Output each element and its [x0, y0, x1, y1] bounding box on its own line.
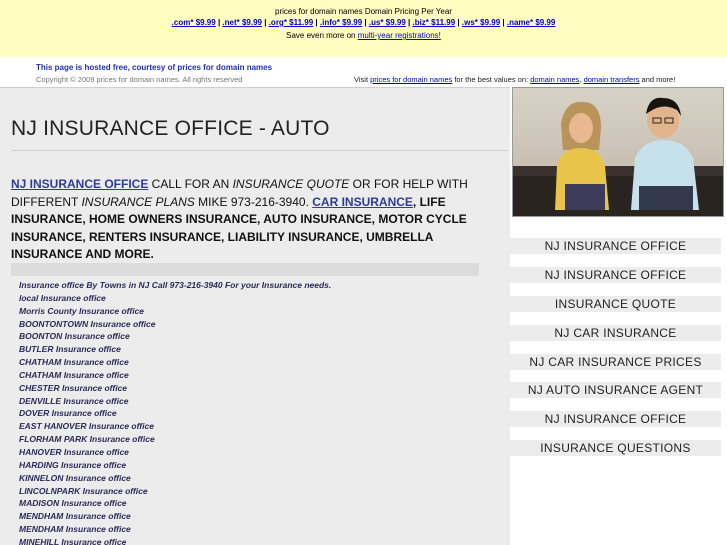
office-town-list: Insurance office By Towns in NJ Call 973…: [19, 279, 331, 545]
price-link-name[interactable]: .name* $9.99: [507, 18, 556, 27]
title-divider: [11, 150, 508, 151]
price-link-biz[interactable]: .biz* $11.99: [412, 18, 455, 27]
copyright-notice: Copyright © 2009 prices for domain names…: [36, 75, 243, 84]
hosted-notice: This page is hosted free, courtesy of pr…: [36, 63, 273, 72]
list-item[interactable]: EAST HANOVER Insurance office: [19, 420, 331, 433]
domain-transfers-link[interactable]: domain transfers: [584, 75, 640, 84]
price-link-info[interactable]: .info* $9.99: [320, 18, 362, 27]
couple-photo-icon: [513, 88, 723, 216]
multi-year-link[interactable]: multi-year registrations!: [358, 31, 441, 40]
list-item[interactable]: HARDING Insurance office: [19, 459, 331, 472]
section-divider: [11, 263, 479, 276]
list-item[interactable]: MENDHAM Insurance office: [19, 523, 331, 536]
couple-photo: [512, 87, 724, 217]
sidebar-item-nj-insurance-office[interactable]: NJ INSURANCE OFFICE: [510, 411, 721, 428]
list-item[interactable]: BOONTONTOWN Insurance office: [19, 318, 331, 331]
list-item[interactable]: Morris County Insurance office: [19, 305, 331, 318]
nj-insurance-office-link[interactable]: NJ INSURANCE OFFICE: [11, 177, 148, 191]
list-item[interactable]: local Insurance office: [19, 292, 331, 305]
sidebar-item-nj-auto-insurance-agent[interactable]: NJ AUTO INSURANCE AGENT: [510, 382, 721, 399]
list-item[interactable]: MENDHAM Insurance office: [19, 510, 331, 523]
price-link-ws[interactable]: .ws* $9.99: [462, 18, 500, 27]
sidebar-item-nj-insurance-office[interactable]: NJ INSURANCE OFFICE: [510, 238, 721, 254]
price-link-com[interactable]: .com* $9.99: [172, 18, 216, 27]
sidebar-item-nj-car-insurance[interactable]: NJ CAR INSURANCE: [510, 324, 721, 341]
sidebar-item-nj-insurance-office[interactable]: NJ INSURANCE OFFICE: [510, 266, 721, 283]
multi-year-line: Save even more on multi-year registratio…: [286, 31, 441, 40]
list-item[interactable]: CHATHAM Insurance office: [19, 369, 331, 382]
domain-pricing-banner: prices for domain names Domain Pricing P…: [0, 0, 727, 57]
domain-price-list: .com* $9.99 | .net* $9.99 | .org* $11.99…: [171, 18, 556, 27]
list-item[interactable]: CHATHAM Insurance office: [19, 356, 331, 369]
list-item[interactable]: CHESTER Insurance office: [19, 382, 331, 395]
list-item[interactable]: FLORHAM PARK Insurance office: [19, 433, 331, 446]
list-item[interactable]: LINCOLNPARK Insurance office: [19, 485, 331, 498]
price-link-net[interactable]: .net* $9.99: [222, 18, 262, 27]
price-link-us[interactable]: .us* $9.99: [369, 18, 406, 27]
banner-title: prices for domain names Domain Pricing P…: [275, 7, 452, 16]
car-insurance-link[interactable]: CAR INSURANCE: [312, 195, 413, 209]
list-item: Insurance office By Towns in NJ Call 973…: [19, 280, 332, 290]
visit-line: Visit prices for domain names for the be…: [354, 75, 676, 84]
list-item[interactable]: BOONTON Insurance office: [19, 330, 331, 343]
list-item[interactable]: BUTLER Insurance office: [19, 343, 331, 356]
hosting-strip: This page is hosted free, courtesy of pr…: [0, 57, 727, 87]
sidebar-nav: NJ INSURANCE OFFICE NJ INSURANCE OFFICE …: [510, 238, 721, 469]
intro-paragraph: NJ INSURANCE OFFICE CALL FOR AN INSURANC…: [11, 177, 468, 261]
list-item[interactable]: MINEHILL Insurance office: [19, 536, 331, 545]
domain-names-link[interactable]: domain names: [530, 75, 579, 84]
list-item[interactable]: KINNELON Insurance office: [19, 472, 331, 485]
main-content: NJ INSURANCE OFFICE - AUTO NJ INSURANCE …: [0, 87, 510, 545]
list-item[interactable]: DOVER Insurance office: [19, 407, 331, 420]
sidebar-item-insurance-quote[interactable]: INSURANCE QUOTE: [510, 295, 721, 312]
list-item[interactable]: DENVILLE Insurance office: [19, 395, 331, 408]
sidebar: NJ INSURANCE OFFICE NJ INSURANCE OFFICE …: [510, 87, 727, 545]
price-link-org[interactable]: .org* $11.99: [269, 18, 314, 27]
list-item[interactable]: HANOVER Insurance office: [19, 446, 331, 459]
sidebar-item-nj-car-insurance-prices[interactable]: NJ CAR INSURANCE PRICES: [510, 353, 721, 370]
sidebar-item-insurance-questions[interactable]: INSURANCE QUESTIONS: [510, 440, 721, 457]
list-item[interactable]: MADISON Insurance office: [19, 497, 331, 510]
page-title: NJ INSURANCE OFFICE - AUTO: [11, 117, 330, 140]
visit-domain-pricing-link[interactable]: prices for domain names: [370, 75, 452, 84]
